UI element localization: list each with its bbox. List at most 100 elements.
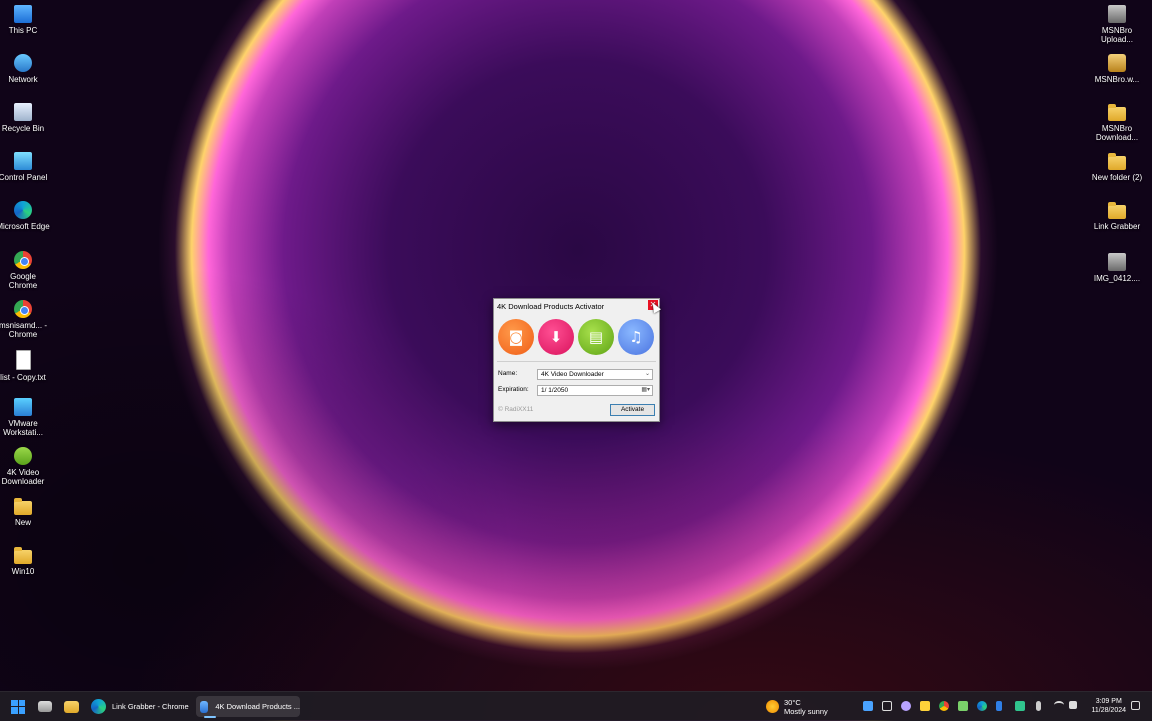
product-4k-youtube-to-mp3[interactable]: ♫ [618,319,654,355]
name-select[interactable]: 4K Video Downloader ⌄ [537,369,653,380]
desktop-icon-msnbro-w[interactable]: MSNBro.w... [1089,54,1145,84]
taskbar-app-label: Link Grabber - Chrome [112,702,189,711]
desktop-icon-label: New [14,518,31,527]
tray-app-icon[interactable] [863,701,873,711]
notification-icon[interactable] [1131,701,1140,710]
desktop-icon-label: This PC [8,26,38,35]
desktop-icon-win10[interactable]: Win10 [0,546,51,576]
desktop-icon-label: MSNBro.w... [1094,75,1140,84]
desktop-icon-label: Google Chrome [8,272,38,290]
folder-icon [1108,153,1126,170]
desktop-icon-img-0412[interactable]: IMG_0412.... [1089,253,1145,283]
desktop-icon-this-pc[interactable]: This PC [0,5,51,35]
product-4k-stogram[interactable]: ◙ [498,319,534,355]
microphone-icon[interactable] [1036,701,1041,711]
name-value: 4K Video Downloader [541,371,604,378]
desktop-icon-recycle-bin[interactable]: Recycle Bin [0,103,51,133]
weather-temp: 30°C [784,697,801,707]
desktop-icon-msnbro-upload[interactable]: MSNBro Upload... [1089,5,1145,44]
network-icon [14,54,32,72]
clock[interactable]: 3:09 PM 11/28/2024 [1091,697,1126,715]
clock-time: 3:09 PM [1095,698,1122,705]
product-4k-slideshow-maker[interactable]: ▤ [578,319,614,355]
activate-button[interactable]: Activate [610,404,655,416]
weather-desc: Mostly sunny [784,706,828,716]
desktop-icon-vmware[interactable]: VMware Workstati... [0,398,51,437]
edge-icon[interactable] [977,701,987,711]
edge-icon [91,699,106,714]
product-icons: ◙ ⬇ ▤ ♫ [497,319,657,357]
desktop-icon-msnisamd-chrome[interactable]: msnisamd... - Chrome [0,300,51,339]
taskbar-app-link-grabber[interactable]: Link Grabber - Chrome [88,696,190,717]
this-pc-icon [14,5,32,23]
desktop-icon-label: Win10 [11,567,35,576]
desktop-icon-network[interactable]: Network [0,54,51,84]
expiration-date-picker[interactable]: 1/ 1/2050 ▦▾ [537,385,653,396]
desktop-icon-label: Control Panel [0,173,48,182]
desktop-icon-label: 4K Video Downloader [1,468,45,486]
edge-icon [14,201,32,219]
desktop-icon-link-grabber[interactable]: Link Grabber [1089,201,1145,231]
image-file-icon [1108,253,1126,271]
task-view-icon [38,701,52,712]
chrome-icon[interactable] [939,701,949,711]
tray-app-icon[interactable] [958,701,968,711]
expiration-label: Expiration: [498,386,529,393]
desktop-icon-4k-video-downloader[interactable]: 4K Video Downloader [0,447,51,486]
folder-icon [14,547,32,564]
wifi-icon[interactable] [1054,701,1064,709]
chevron-down-icon: ⌄ [644,371,650,377]
volume-icon[interactable] [1069,701,1077,709]
file-explorer-button[interactable] [64,696,79,717]
tray-app-icon[interactable] [901,701,911,711]
msnbro-file-icon [1108,54,1126,72]
cloud-music-icon: ♫ [629,328,643,346]
tray-window-icon[interactable] [882,701,892,711]
4k-video-downloader-icon [14,447,32,465]
desktop-icon-msnbro-download[interactable]: MSNBro Download... [1089,103,1145,142]
weather-widget[interactable]: 30°C Mostly sunny [766,696,828,717]
desktop-icon-label: Link Grabber [1093,222,1141,231]
tray-app-icon[interactable] [920,701,930,711]
vmware-icon [14,398,32,416]
file-explorer-icon [64,700,79,713]
slideshow-icon: ▤ [588,328,604,346]
desktop-icon-microsoft-edge[interactable]: Microsoft Edge [0,201,51,231]
camera-icon: ◙ [508,328,524,346]
image-file-icon [1108,5,1126,23]
desktop-icon-label: VMware Workstati... [3,419,43,437]
desktop-icon-google-chrome[interactable]: Google Chrome [0,251,51,290]
expiration-value: 1/ 1/2050 [541,387,569,394]
tray-app-icon[interactable] [1015,701,1025,711]
calendar-dropdown-icon[interactable]: ▦▾ [641,386,650,395]
start-button[interactable] [11,696,25,717]
desktop-icon-label: Microsoft Edge [0,222,50,231]
weather-text: 30°C Mostly sunny [784,698,828,716]
product-4k-video-downloader[interactable]: ⬇ [538,319,574,355]
name-label: Name: [498,370,518,377]
divider [497,361,656,362]
folder-icon [14,498,32,515]
desktop-icon-label: IMG_0412.... [1093,274,1141,283]
desktop-icon-label: Recycle Bin [1,124,45,133]
activator-icon [200,700,209,713]
activator-dialog: 4K Download Products Activator ✕ ◙ ⬇ ▤ ♫… [493,298,660,422]
desktop-icon-new[interactable]: New [0,497,51,527]
credit-text: © RadiXX11 [498,406,534,413]
desktop-icon-label: list - Copy.txt [0,373,46,382]
dialog-title: 4K Download Products Activator [497,302,605,311]
desktop-icon-list-copy-txt[interactable]: list - Copy.txt [0,350,51,382]
taskbar-app-label: 4K Download Products ... [215,702,300,711]
clock-date: 11/28/2024 [1091,707,1126,714]
bluetooth-icon[interactable] [996,701,1002,711]
task-view-button[interactable] [38,696,52,717]
text-file-icon [15,350,31,370]
folder-icon [1108,104,1126,121]
desktop-icon-label: MSNBro Download... [1095,124,1139,142]
desktop-icon-label: New folder (2) [1091,173,1143,182]
desktop-icon-control-panel[interactable]: Control Panel [0,152,51,182]
taskbar-app-activator[interactable]: 4K Download Products ... [196,696,300,718]
desktop-icon-label: Network [8,75,38,84]
desktop-icon-new-folder-2[interactable]: New folder (2) [1089,152,1145,182]
control-panel-icon [14,152,32,170]
